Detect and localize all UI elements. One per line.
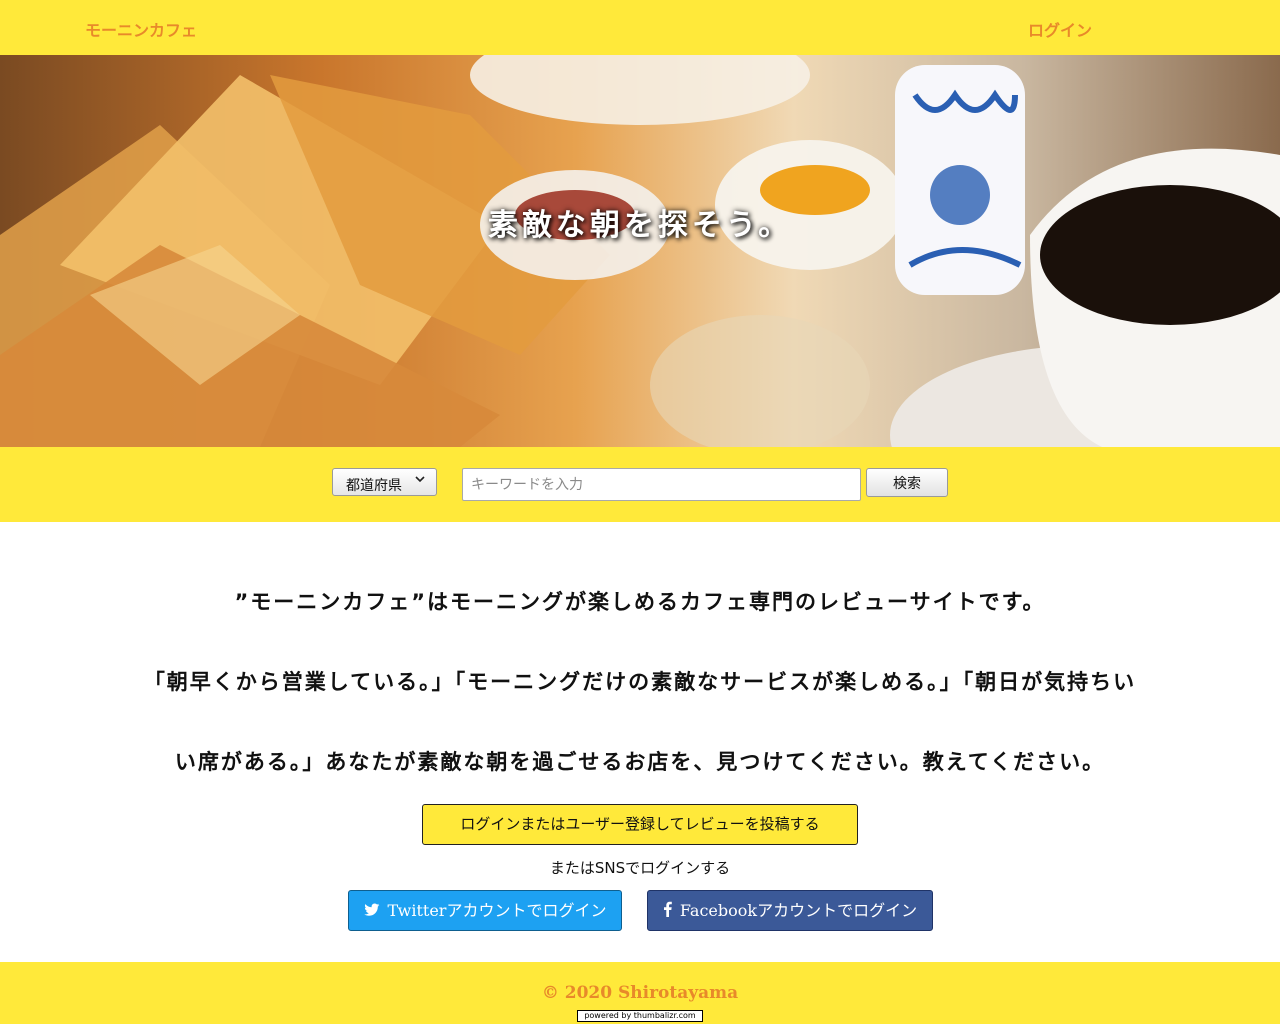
twitter-bird-icon — [363, 892, 380, 931]
intro-text: ”モーニンカフェ”はモーニングが楽しめるカフェ専門のレビューサイトです。 「朝早… — [70, 562, 1210, 802]
facebook-login-label: Facebookアカウントでログイン — [679, 901, 918, 920]
twitter-login-label: Twitterアカウントでログイン — [387, 901, 607, 920]
hero-image — [0, 55, 1280, 447]
facebook-login-button[interactable]: Facebookアカウントでログイン — [647, 890, 933, 931]
sns-login-note: またはSNSでログインする — [549, 859, 731, 877]
header-login-link[interactable]: ログイン — [1028, 17, 1092, 41]
powered-by-badge[interactable]: powered by thumbalizr.com — [577, 1010, 703, 1022]
copyright-text: © 2020 Shirotayama — [541, 983, 739, 1003]
register-post-review-button[interactable]: ログインまたはユーザー登録してレビューを投稿する — [422, 804, 858, 845]
intro-line-2: 「朝早くから営業している。」「モーニングだけの素敵なサービスが楽しめる。」「朝日… — [143, 670, 1137, 694]
hero-title: 素敵な朝を探そう。 — [487, 208, 793, 243]
keyword-input[interactable] — [462, 468, 861, 501]
facebook-f-icon — [663, 892, 672, 931]
intro-line-1: ”モーニンカフェ”はモーニングが楽しめるカフェ専門のレビューサイトです。 — [234, 590, 1046, 614]
prefecture-select[interactable]: 都道府県 — [332, 468, 437, 496]
prefecture-select-value: 都道府県 — [346, 478, 402, 494]
chevron-down-icon — [415, 473, 425, 487]
brand-logo-link[interactable]: モーニンカフェ — [85, 17, 197, 41]
search-bar: 都道府県 検索 — [0, 447, 1280, 522]
hero-banner: 素敵な朝を探そう。 — [0, 55, 1280, 447]
intro-line-3: い席がある。」あなたが素敵な朝を過ごせるお店を、見つけてください。教えてください… — [174, 750, 1106, 774]
site-footer: © 2020 Shirotayama powered by thumbalizr… — [0, 962, 1280, 1024]
site-header: モーニンカフェ ログイン — [0, 0, 1280, 55]
twitter-login-button[interactable]: Twitterアカウントでログイン — [348, 890, 622, 931]
search-button[interactable]: 検索 — [866, 468, 948, 497]
